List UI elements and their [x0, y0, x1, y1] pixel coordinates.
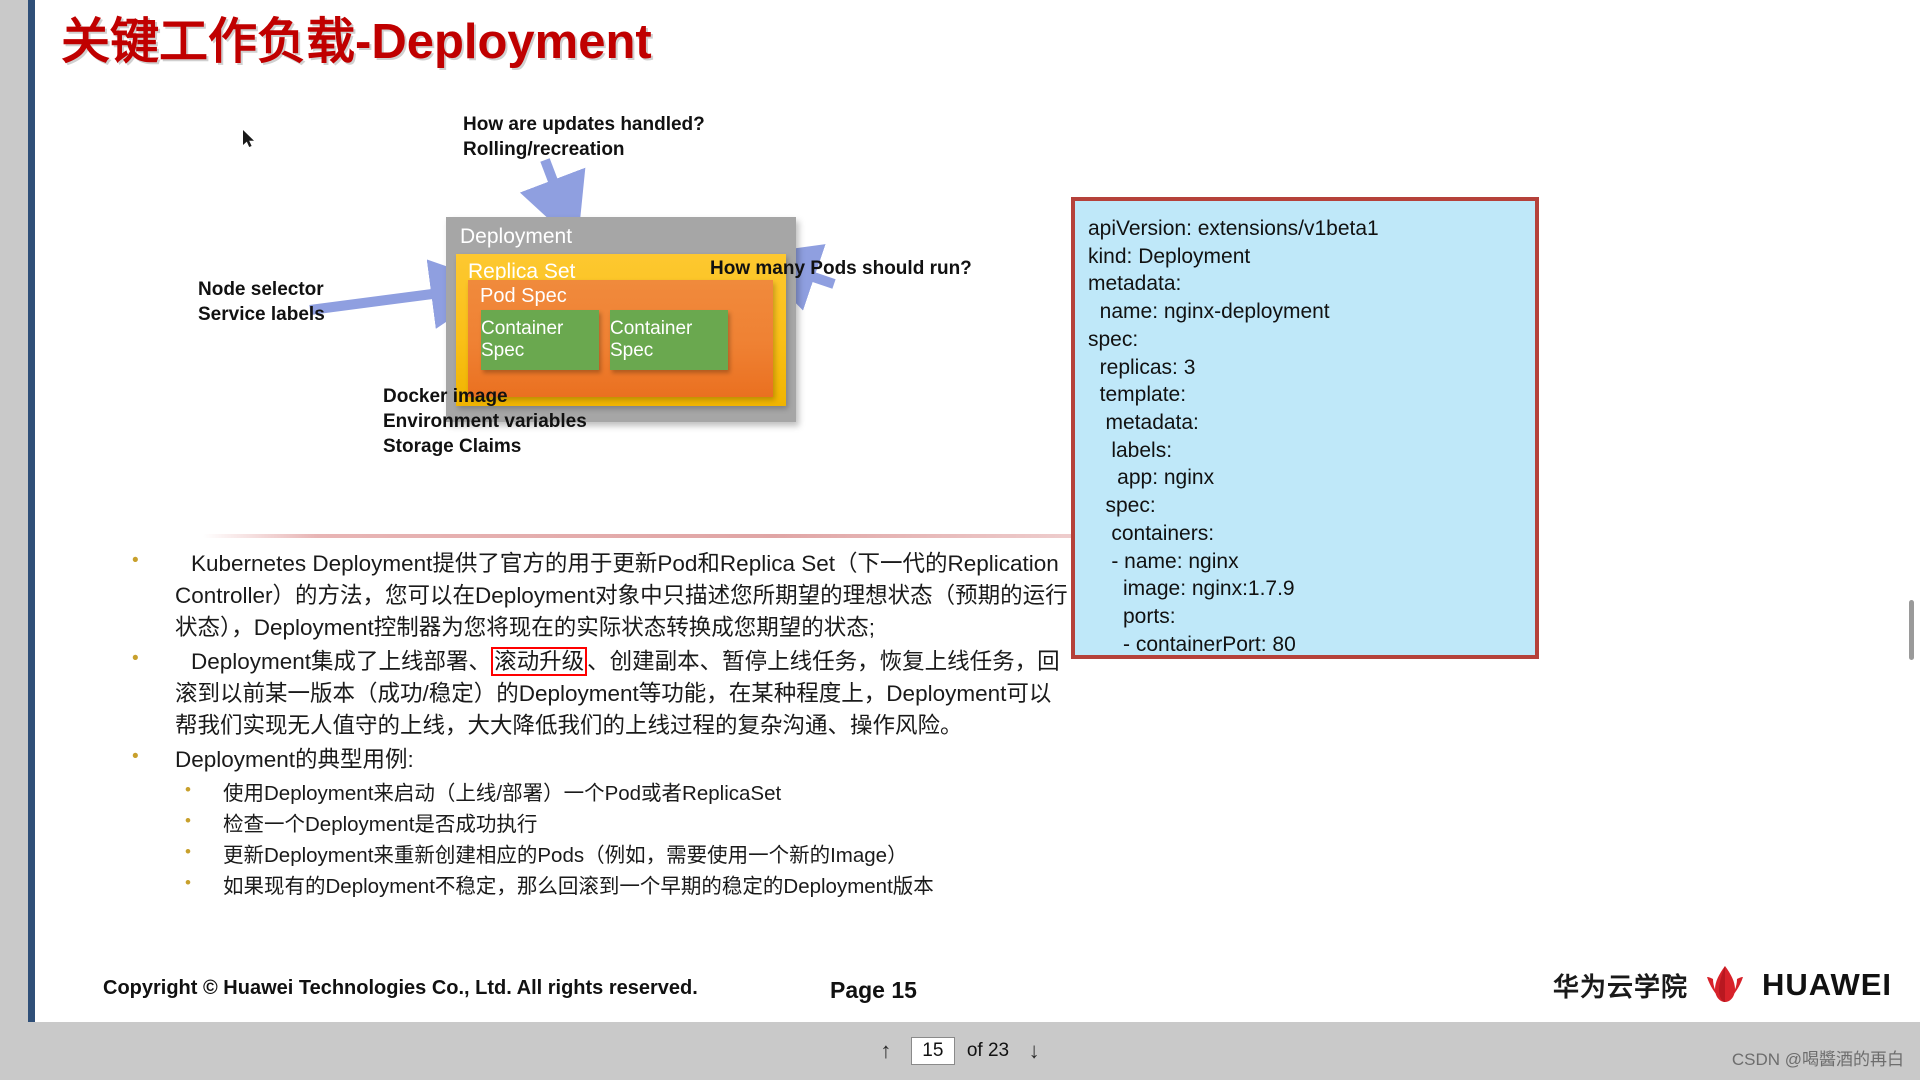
page-scrollbar-thumb[interactable]	[1909, 600, 1914, 660]
huawei-flower-logo-icon	[1707, 966, 1743, 1002]
page-number-input[interactable]: 15	[910, 1037, 955, 1065]
highlighted-term-rolling-upgrade: 滚动升级	[491, 646, 588, 676]
diagram-note-updates: How are updates handled? Rolling/recreat…	[463, 114, 705, 161]
slide-page-number: Page 15	[830, 977, 917, 1003]
next-page-icon[interactable]: ↓	[1021, 1038, 1047, 1064]
total-pages-label: of 23	[966, 1040, 1010, 1061]
diagram-underline-divider	[203, 534, 1155, 538]
page-scrollbar[interactable]	[1904, 0, 1918, 1022]
deployment-architecture-diagram: Deployment Replica Set Pod Spec Containe…	[198, 112, 1153, 537]
bullet-item-2: Deployment集成了上线部署、滚动升级、创建副本、暂停上线任务，恢复上线任…	[123, 646, 1073, 742]
deployment-box-label: Deployment	[460, 225, 573, 248]
brand-english-label: HUAWEI	[1762, 967, 1892, 1002]
previous-page-icon[interactable]: ↑	[873, 1038, 899, 1064]
bullet-item-3: Deployment的典型用例:	[123, 744, 1073, 776]
pdf-viewer: 关键工作负载-Deployment Deployment Replica Set…	[0, 0, 1920, 1080]
container-spec-box-1: Container Spec	[481, 310, 599, 370]
brand-chinese-label: 华为云学院	[1552, 971, 1688, 1002]
sub-bullet-item-4: 如果现有的Deployment不稳定，那么回滚到一个早期的稳定的Deployme…	[123, 870, 1073, 902]
huawei-brand-block: 华为云学院 HUAWEI	[1553, 964, 1892, 1006]
yaml-manifest-code-block: apiVersion: extensions/v1beta1 kind: Dep…	[1071, 197, 1539, 659]
slide-body: Kubernetes Deployment提供了官方的用于更新Pod和Repli…	[123, 548, 1073, 902]
diagram-note-docker-image: Docker image Environment variables Stora…	[383, 386, 587, 458]
podspec-box-label: Pod Spec	[480, 285, 567, 307]
bullet-2-lead: Deployment集成了上线部署、	[191, 648, 492, 674]
bullet-3-text: Deployment的典型用例:	[175, 746, 414, 772]
container-spec-box-2: Container Spec	[610, 310, 728, 370]
diagram-note-pod-count: How many Pods should run?	[710, 258, 972, 279]
viewer-bottom-toolbar: ↑ 15 of 23 ↓ CSDN @喝醬酒的再白	[0, 1022, 1920, 1080]
sub-bullet-item-1: 使用Deployment来启动（上线/部署）一个Pod或者ReplicaSet	[123, 777, 1073, 809]
copyright-notice: Copyright © Huawei Technologies Co., Ltd…	[103, 977, 698, 999]
page-title: 关键工作负载-Deployment	[61, 15, 652, 69]
csdn-watermark: CSDN @喝醬酒的再白	[1731, 1050, 1904, 1069]
sub-bullet-item-3: 更新Deployment来重新创建相应的Pods（例如，需要使用一个新的Imag…	[123, 839, 1073, 871]
bullet-1-text: Kubernetes Deployment提供了官方的用于更新Pod和Repli…	[175, 551, 1068, 640]
slide-page: 关键工作负载-Deployment Deployment Replica Set…	[28, 0, 1920, 1022]
bullet-item-1: Kubernetes Deployment提供了官方的用于更新Pod和Repli…	[123, 548, 1073, 644]
diagram-note-node-selector: Node selector Service labels	[198, 279, 325, 326]
sub-bullet-item-2: 检查一个Deployment是否成功执行	[123, 808, 1073, 840]
